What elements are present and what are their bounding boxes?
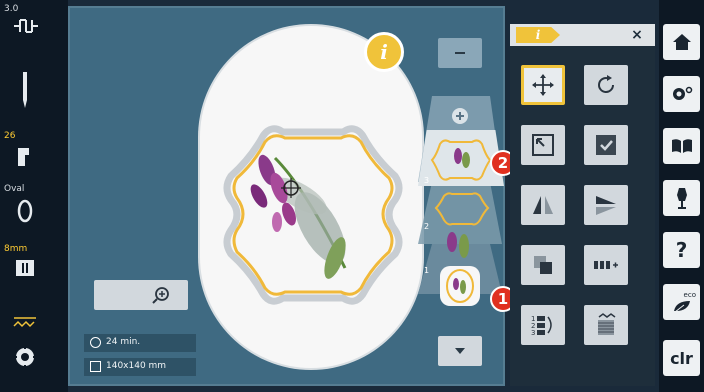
move-icon xyxy=(532,74,554,96)
needle-size: 8mm xyxy=(4,244,28,254)
eco-label: eco xyxy=(683,291,696,299)
stitch-fill-button[interactable] xyxy=(584,305,628,345)
close-button[interactable]: × xyxy=(626,26,648,44)
spacing-icon xyxy=(594,261,618,269)
zoom-icon xyxy=(152,287,169,304)
layer-1-label: 1 xyxy=(424,266,430,275)
settings-icon xyxy=(672,86,692,100)
stitch-pattern-icon[interactable] xyxy=(12,16,40,36)
info-tab-label: i xyxy=(535,28,541,42)
info-icon: i xyxy=(380,40,388,64)
home-button[interactable] xyxy=(663,24,700,60)
chevron-down-icon xyxy=(455,348,465,354)
check-icon xyxy=(596,135,616,155)
dress-form-icon xyxy=(676,188,687,209)
duplicate-button[interactable] xyxy=(521,245,565,285)
book-icon xyxy=(671,139,692,153)
feed-dog-icon[interactable] xyxy=(12,314,38,330)
layer-2-flower-thumbnail xyxy=(447,232,469,258)
left-status-bar: 3.0 26 Oval 8mm xyxy=(0,0,68,392)
resize-button[interactable] xyxy=(521,125,565,165)
stitch-plate-icon[interactable] xyxy=(14,258,36,278)
layer-1-thumbnail xyxy=(446,269,474,303)
layer-order-icon: 1 2 3 xyxy=(531,315,552,337)
spacing-button[interactable] xyxy=(584,245,628,285)
eco-button[interactable]: eco xyxy=(663,284,700,320)
layer-3-label: 3 xyxy=(424,176,430,185)
hoop-label: Oval xyxy=(4,184,25,194)
tutorial-button[interactable] xyxy=(663,180,700,216)
svg-text:3: 3 xyxy=(531,329,535,337)
info-button[interactable]: i xyxy=(364,32,404,72)
zoom-button[interactable] xyxy=(94,280,188,310)
needle-icon[interactable] xyxy=(20,72,30,108)
layer-2-label: 2 xyxy=(424,222,430,231)
rotate-button[interactable] xyxy=(584,65,628,105)
help-icon: ? xyxy=(675,238,688,262)
info-tab[interactable]: i xyxy=(516,27,560,43)
check-button[interactable] xyxy=(584,125,628,165)
layer-1[interactable] xyxy=(440,266,480,306)
mirror-vertical-button[interactable] xyxy=(584,185,628,225)
move-button[interactable] xyxy=(521,65,565,105)
rotate-icon xyxy=(598,75,614,93)
size-icon xyxy=(90,361,101,372)
clear-icon: clr xyxy=(670,348,693,368)
minus-icon xyxy=(455,52,465,54)
duplicate-icon xyxy=(534,256,552,274)
mirror-vertical-icon xyxy=(596,196,616,215)
mirror-horizontal-icon xyxy=(533,196,553,214)
guide-button[interactable] xyxy=(663,128,700,164)
size-value: 140x140 mm xyxy=(106,361,167,371)
bobbin-icon[interactable] xyxy=(13,345,37,369)
needle-count: 26 xyxy=(4,131,16,141)
layer-order-button[interactable]: 1 2 3 xyxy=(521,305,565,345)
hoop-icon[interactable] xyxy=(16,198,34,224)
home-icon xyxy=(672,34,691,50)
time-info: 24 min. xyxy=(84,334,196,352)
time-value: 24 min. xyxy=(106,337,141,347)
resize-icon xyxy=(532,134,554,156)
layer-scroll-up-button[interactable] xyxy=(438,38,482,68)
close-icon: × xyxy=(631,27,643,43)
eco-icon xyxy=(673,301,690,313)
mirror-horizontal-button[interactable] xyxy=(521,185,565,225)
clock-icon xyxy=(90,337,101,348)
presser-foot-icon[interactable] xyxy=(15,146,35,168)
layer-scroll-down-button[interactable] xyxy=(438,336,482,366)
stitch-fill-icon xyxy=(598,313,616,335)
embroidery-design[interactable] xyxy=(205,118,417,308)
settings-button[interactable] xyxy=(663,76,700,112)
clear-button[interactable]: clr xyxy=(663,340,700,376)
version-label: 3.0 xyxy=(4,4,19,14)
help-button[interactable]: ? xyxy=(663,232,700,268)
size-info: 140x140 mm xyxy=(84,358,196,376)
